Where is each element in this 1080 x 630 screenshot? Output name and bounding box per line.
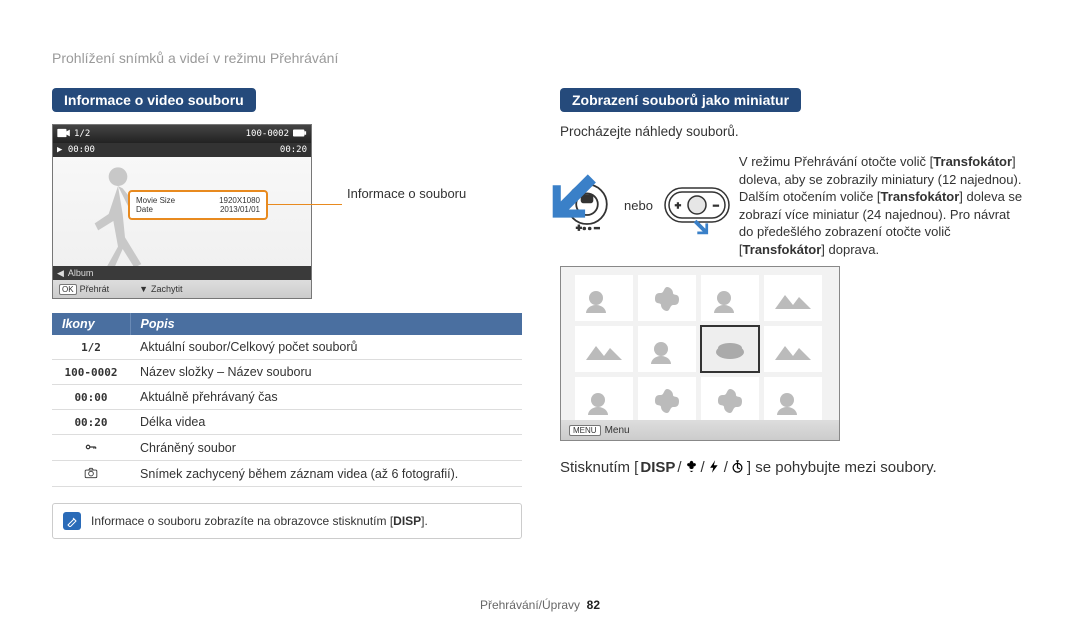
info-moviesize-label: Movie Size — [136, 196, 175, 205]
section-title-thumbnails: Zobrazení souborů jako miniatur — [560, 88, 801, 112]
or-label: nebo — [624, 198, 653, 213]
thumb-cell — [764, 275, 822, 321]
thumb-cell — [638, 326, 696, 372]
zoom-rocker: + − — [663, 182, 731, 230]
down-icon: ▼ — [139, 284, 148, 294]
callout-line — [267, 204, 342, 205]
table-row: 1/2Aktuální soubor/Celkový počet souborů — [52, 335, 522, 360]
flash-icon — [707, 459, 722, 476]
icons-table: Ikony Popis 1/2Aktuální soubor/Celkový p… — [52, 313, 522, 487]
timer-icon — [730, 459, 745, 476]
battery-icon — [293, 129, 307, 140]
thumb-cell — [638, 377, 696, 423]
camera-icon — [84, 468, 98, 481]
capture-label: Zachytit — [151, 284, 183, 294]
thumb-cell-selected — [701, 326, 759, 372]
chevron-left-icon: ◀ — [57, 268, 64, 279]
table-row: 00:20Délka videa — [52, 410, 522, 435]
thumb-cell — [575, 377, 633, 423]
album-label: Album — [68, 268, 94, 278]
section-title-video-info: Informace o video souboru — [52, 88, 256, 112]
zoom-dial: + − — [560, 179, 614, 233]
table-row: 00:00Aktuálně přehrávaný čas — [52, 385, 522, 410]
thumb-cell — [701, 275, 759, 321]
file-info-box: Movie Size 1920X1080 Date 2013/01/01 — [128, 190, 268, 220]
macro-icon — [684, 459, 699, 476]
play-label: Přehrát — [80, 284, 110, 294]
note-icon — [63, 512, 81, 530]
time-total: 00:20 — [280, 145, 307, 155]
instruction-text: V režimu Přehrávání otočte volič [Transf… — [739, 153, 1025, 258]
menu-label: Menu — [605, 425, 630, 436]
file-number: 100-0002 — [246, 129, 289, 139]
table-row: 100-0002Název složky – Název souboru — [52, 360, 522, 385]
info-date-label: Date — [136, 205, 153, 214]
svg-text:+: + — [576, 223, 581, 233]
subtitle: Procházejte náhledy souborů. — [560, 124, 1025, 139]
lcd-preview: 1/2 100-0002 ▶ 00:00 00:20 Movie Size 192… — [52, 124, 312, 299]
note-text: Informace o souboru zobrazíte na obrazov… — [91, 514, 428, 528]
svg-text:+: + — [675, 201, 681, 212]
svg-text:−: − — [594, 223, 599, 233]
thumb-cell — [764, 326, 822, 372]
info-moviesize-value: 1920X1080 — [219, 196, 260, 205]
note-box: Informace o souboru zobrazíte na obrazov… — [52, 503, 522, 539]
left-column: Informace o video souboru 1/2 100-0002 ▶… — [52, 88, 522, 539]
thumbnail-lcd: MENU Menu — [560, 266, 840, 441]
th-desc: Popis — [130, 313, 522, 335]
thumb-cell — [701, 377, 759, 423]
right-column: Zobrazení souborů jako miniatur Procháze… — [560, 88, 1025, 476]
file-counter: 1/2 — [74, 129, 90, 139]
arrow-down-left-icon — [550, 169, 568, 187]
thumb-cell — [764, 377, 822, 423]
ok-key: OK — [59, 284, 77, 295]
info-date-value: 2013/01/01 — [220, 205, 260, 214]
thumb-cell — [575, 326, 633, 372]
page-footer: Přehrávání/Úpravy 82 — [0, 598, 1080, 612]
svg-text:−: − — [713, 201, 719, 212]
th-icons: Ikony — [52, 313, 130, 335]
pause-icon: ▶ — [57, 145, 62, 155]
thumb-cell — [575, 275, 633, 321]
menu-key: MENU — [569, 425, 601, 436]
thumb-cell — [638, 275, 696, 321]
callout-file-info: Informace o souboru — [347, 186, 466, 201]
video-icon — [57, 128, 71, 141]
arrow-down-right-icon — [691, 218, 709, 236]
time-current: 00:00 — [68, 145, 95, 155]
table-row: Chráněný soubor — [52, 435, 522, 461]
table-row: Snímek zachycený během záznam videa (až … — [52, 461, 522, 487]
navigation-hint: Stisknutím [DISP/ / / ] se pohybujte mez… — [560, 459, 1025, 476]
key-icon — [84, 442, 98, 455]
breadcrumb: Prohlížení snímků a videí v režimu Přehr… — [52, 50, 338, 66]
